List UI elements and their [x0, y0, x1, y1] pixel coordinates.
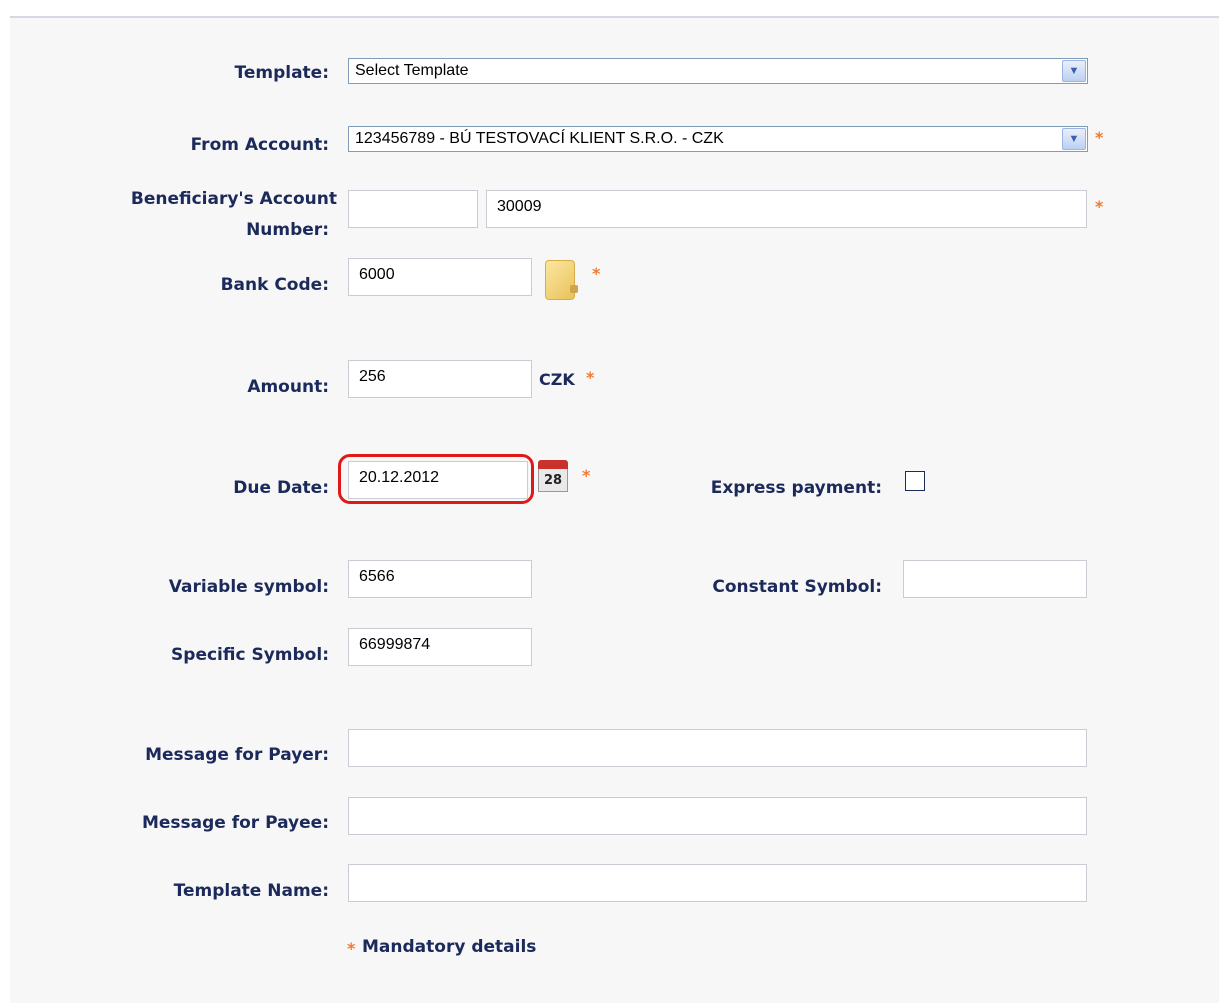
- currency-label: CZK: [539, 370, 575, 389]
- variable-symbol-label: Variable symbol:: [168, 577, 329, 597]
- specific-symbol-input[interactable]: 66999874: [348, 628, 532, 666]
- from-account-select[interactable]: 123456789 - BÚ TESTOVACÍ KLIENT S.R.O. -…: [348, 126, 1088, 152]
- required-star: *: [592, 264, 601, 283]
- express-payment-label: Express payment:: [710, 478, 882, 498]
- template-select[interactable]: Select Template ▼: [348, 58, 1088, 84]
- message-payee-input[interactable]: [348, 797, 1087, 835]
- due-date-label: Due Date:: [233, 478, 329, 498]
- required-star: *: [586, 368, 595, 387]
- message-payee-label: Message for Payee:: [141, 813, 329, 833]
- form-panel: [10, 16, 1219, 1003]
- mandatory-star: *: [347, 939, 356, 958]
- beneficiary-label: Beneficiary's Account: [130, 189, 337, 209]
- from-account-select-value: 123456789 - BÚ TESTOVACÍ KLIENT S.R.O. -…: [355, 130, 724, 147]
- beneficiary-number-input[interactable]: 30009: [486, 190, 1087, 228]
- constant-symbol-label: Constant Symbol:: [712, 577, 882, 597]
- beneficiary-prefix-input[interactable]: [348, 190, 478, 228]
- calendar-icon[interactable]: 28: [538, 460, 568, 492]
- amount-input[interactable]: 256: [348, 360, 532, 398]
- chevron-down-icon[interactable]: ▼: [1062, 60, 1086, 82]
- due-date-input[interactable]: 20.12.2012: [348, 461, 528, 499]
- required-star: *: [1095, 197, 1104, 216]
- required-star: *: [1095, 128, 1104, 147]
- from-account-label: From Account:: [190, 135, 329, 155]
- template-label: Template:: [234, 63, 329, 83]
- chevron-down-icon[interactable]: ▼: [1062, 128, 1086, 150]
- template-name-input[interactable]: [348, 864, 1087, 902]
- bank-code-label: Bank Code:: [220, 275, 329, 295]
- template-select-value: Select Template: [355, 62, 469, 79]
- calendar-day: 28: [538, 469, 568, 492]
- bank-code-input[interactable]: 6000: [348, 258, 532, 296]
- express-payment-checkbox[interactable]: [905, 471, 925, 491]
- amount-label: Amount:: [247, 377, 329, 397]
- message-payer-label: Message for Payer:: [145, 745, 329, 765]
- beneficiary-label-line2: Number:: [246, 220, 329, 240]
- mandatory-note: Mandatory details: [362, 937, 537, 957]
- required-star: *: [582, 466, 591, 485]
- constant-symbol-input[interactable]: [903, 560, 1087, 598]
- calendar-top: [538, 460, 568, 469]
- variable-symbol-input[interactable]: 6566: [348, 560, 532, 598]
- template-name-label: Template Name:: [173, 881, 329, 901]
- message-payer-input[interactable]: [348, 729, 1087, 767]
- specific-symbol-label: Specific Symbol:: [171, 645, 329, 665]
- folder-icon[interactable]: [545, 260, 578, 300]
